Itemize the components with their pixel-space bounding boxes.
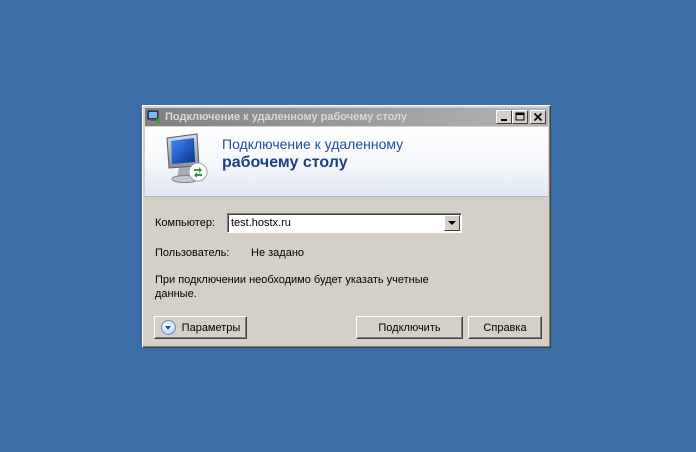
- computer-combobox[interactable]: test.hostx.ru: [227, 213, 462, 233]
- connect-button-label: Подключить: [378, 321, 441, 334]
- minimize-icon[interactable]: [496, 110, 512, 124]
- options-button[interactable]: Параметры: [154, 316, 247, 339]
- close-icon[interactable]: [530, 110, 546, 124]
- help-button[interactable]: Справка: [468, 316, 542, 339]
- window-title: Подключение к удаленному рабочему столу: [165, 111, 408, 123]
- user-value: Не задано: [251, 247, 305, 259]
- info-text-line2: данные.: [155, 288, 197, 300]
- maximize-icon[interactable]: [512, 110, 528, 124]
- banner-title-line2: рабочему столу: [222, 154, 348, 171]
- banner-title-line1: Подключение к удаленному: [222, 136, 404, 152]
- connect-button[interactable]: Подключить: [356, 316, 463, 339]
- user-label: Пользователь:: [155, 247, 230, 259]
- monitor-connection-icon: [163, 132, 213, 188]
- computer-value[interactable]: test.hostx.ru: [231, 217, 291, 229]
- title-bar[interactable]: Подключение к удаленному рабочему столу: [145, 108, 548, 126]
- remote-desktop-icon: [147, 110, 161, 124]
- info-text-line1: При подключении необходимо будет указать…: [155, 274, 429, 286]
- help-button-label: Справка: [483, 321, 527, 334]
- expand-options-icon: [160, 320, 176, 335]
- options-button-label: Параметры: [181, 321, 241, 334]
- chevron-down-icon[interactable]: [444, 215, 460, 231]
- computer-label: Компьютер:: [155, 217, 215, 229]
- rdp-dialog: Подключение к удаленному рабочему столу: [142, 105, 551, 348]
- header-banner: Подключение к удаленному рабочему столу: [145, 127, 548, 197]
